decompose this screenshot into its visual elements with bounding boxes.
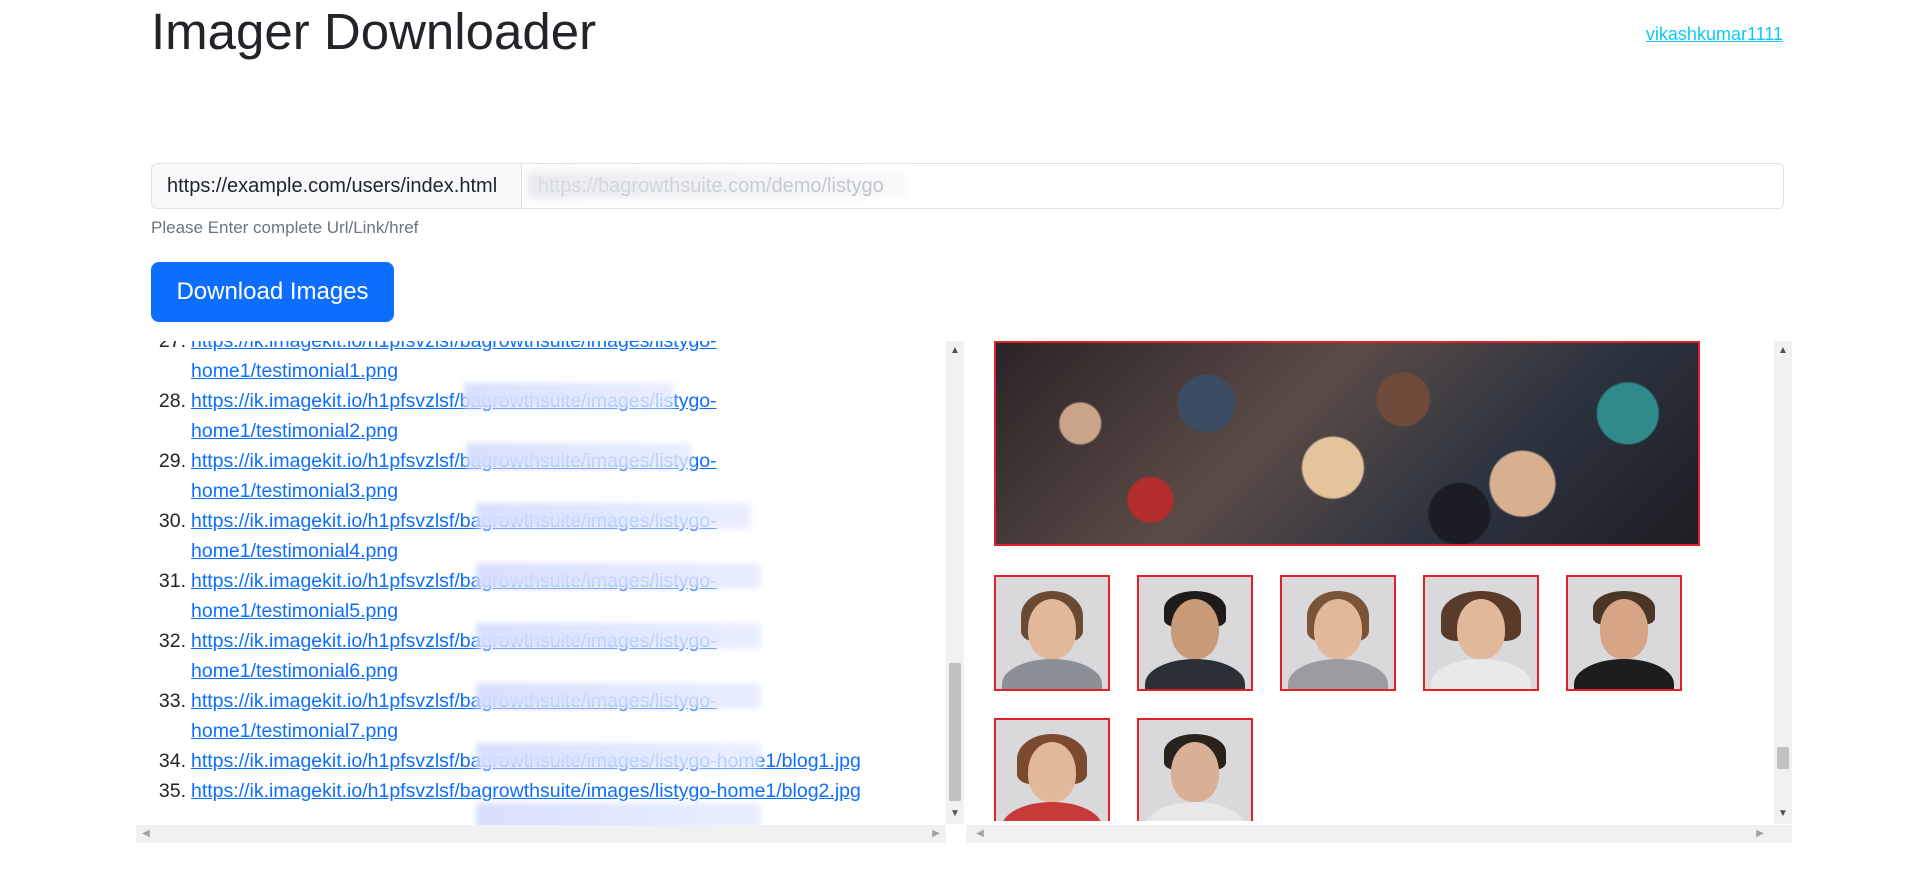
list-item-number: 28. xyxy=(158,390,186,412)
testimonial-thumbnail xyxy=(1280,575,1396,691)
image-url-link[interactable]: https://ik.imagekit.io/h1pfsvzlsf/bagrow… xyxy=(191,750,861,772)
scroll-right-arrow-icon[interactable]: ▶ xyxy=(1752,825,1768,843)
image-url-line: home1/testimonial4.png xyxy=(191,540,399,562)
image-url-line: https://ik.imagekit.io/h1pfsvzlsf/bagrow… xyxy=(191,690,717,712)
url-input-group: https://example.com/users/index.html xyxy=(151,163,1784,209)
list-item-number: 27. xyxy=(158,341,186,352)
scroll-right-arrow-icon[interactable]: ▶ xyxy=(928,825,944,843)
list-item-number: 32. xyxy=(158,630,186,652)
images-preview-panel[interactable] xyxy=(984,341,1774,821)
image-url-link[interactable]: https://ik.imagekit.io/h1pfsvzlsf/bagrow… xyxy=(191,690,717,742)
image-url-line: https://ik.imagekit.io/h1pfsvzlsf/bagrow… xyxy=(191,570,717,592)
list-item: 35. https://ik.imagekit.io/h1pfsvzlsf/bag… xyxy=(136,776,926,806)
user-profile-link[interactable]: vikashkumar1111 xyxy=(1646,24,1783,45)
image-url-link[interactable]: https://ik.imagekit.io/h1pfsvzlsf/bagrow… xyxy=(191,390,717,442)
scroll-up-arrow-icon[interactable]: ▲ xyxy=(946,343,964,359)
image-url-line: home1/testimonial6.png xyxy=(191,660,399,682)
list-item-number: 35. xyxy=(158,780,186,802)
list-item: 33. https://ik.imagekit.io/h1pfsvzlsf/bag… xyxy=(136,686,926,746)
image-url-line: home1/testimonial1.png xyxy=(191,360,399,382)
scrollbar-corner xyxy=(1774,825,1792,843)
url-help-text: Please Enter complete Url/Link/href xyxy=(151,218,419,237)
image-url-line: home1/testimonial7.png xyxy=(191,720,399,742)
scroll-down-arrow-icon[interactable]: ▼ xyxy=(1774,806,1792,822)
testimonial-thumbnail xyxy=(1423,575,1539,691)
scroll-up-arrow-icon[interactable]: ▲ xyxy=(1774,343,1792,359)
download-images-button[interactable]: Download Images xyxy=(151,262,394,322)
list-item: 27. https://ik.imagekit.io/h1pfsvzlsf/bag… xyxy=(136,341,926,386)
image-url-line: https://ik.imagekit.io/h1pfsvzlsf/bagrow… xyxy=(191,510,717,532)
image-url-line: https://ik.imagekit.io/h1pfsvzlsf/bagrow… xyxy=(191,341,717,352)
image-url-link[interactable]: https://ik.imagekit.io/h1pfsvzlsf/bagrow… xyxy=(191,450,717,502)
scroll-down-arrow-icon[interactable]: ▼ xyxy=(946,806,964,822)
image-url-line: https://ik.imagekit.io/h1pfsvzlsf/bagrow… xyxy=(191,750,861,772)
list-item-number: 29. xyxy=(158,450,186,472)
image-url-line: home1/testimonial2.png xyxy=(191,420,399,442)
list-item: 31. https://ik.imagekit.io/h1pfsvzlsf/bag… xyxy=(136,566,926,626)
image-url-link[interactable]: https://ik.imagekit.io/h1pfsvzlsf/bagrow… xyxy=(191,341,717,382)
testimonial-thumbnail xyxy=(994,575,1110,691)
image-url-line: https://ik.imagekit.io/h1pfsvzlsf/bagrow… xyxy=(191,390,717,412)
list-item-number: 31. xyxy=(158,570,186,592)
scroll-left-arrow-icon[interactable]: ◀ xyxy=(972,825,988,843)
image-url-link[interactable]: https://ik.imagekit.io/h1pfsvzlsf/bagrow… xyxy=(191,510,717,562)
image-url-line: home1/testimonial5.png xyxy=(191,600,399,622)
list-item-number: 30. xyxy=(158,510,186,532)
testimonial-thumbnail xyxy=(1566,575,1682,691)
scrollbar-thumb[interactable] xyxy=(1777,747,1789,769)
links-vertical-scrollbar[interactable]: ▲ ▼ xyxy=(946,341,964,824)
url-prefix-label: https://example.com/users/index.html xyxy=(152,164,522,208)
image-url-line: https://ik.imagekit.io/h1pfsvzlsf/bagrow… xyxy=(191,450,717,472)
image-url-link[interactable]: https://ik.imagekit.io/h1pfsvzlsf/bagrow… xyxy=(191,780,861,802)
list-item: 34. https://ik.imagekit.io/h1pfsvzlsf/bag… xyxy=(136,746,926,776)
testimonial-thumbnail xyxy=(1137,575,1253,691)
list-item: 30. https://ik.imagekit.io/h1pfsvzlsf/bag… xyxy=(136,506,926,566)
image-links-list: 27. https://ik.imagekit.io/h1pfsvzlsf/bag… xyxy=(136,341,926,806)
links-panel[interactable]: 27. https://ik.imagekit.io/h1pfsvzlsf/bag… xyxy=(136,341,966,845)
list-item-number: 33. xyxy=(158,690,186,712)
image-url-link[interactable]: https://ik.imagekit.io/h1pfsvzlsf/bagrow… xyxy=(191,630,717,682)
image-url-line: home1/testimonial3.png xyxy=(191,480,399,502)
url-input[interactable] xyxy=(522,164,1783,208)
list-item: 32. https://ik.imagekit.io/h1pfsvzlsf/bag… xyxy=(136,626,926,686)
image-url-link[interactable]: https://ik.imagekit.io/h1pfsvzlsf/bagrow… xyxy=(191,570,717,622)
list-item: 28. https://ik.imagekit.io/h1pfsvzlsf/bag… xyxy=(136,386,926,446)
testimonial-thumbnail xyxy=(994,718,1110,821)
scrollbar-thumb[interactable] xyxy=(949,663,961,801)
page-title: Imager Downloader xyxy=(151,3,597,60)
crowd-banner-image xyxy=(994,341,1700,546)
testimonial-thumbnail xyxy=(1137,718,1253,821)
image-url-line: https://ik.imagekit.io/h1pfsvzlsf/bagrow… xyxy=(191,630,717,652)
links-horizontal-scrollbar[interactable]: ◀ ▶ xyxy=(136,825,946,843)
images-vertical-scrollbar[interactable]: ▲ ▼ xyxy=(1774,341,1792,824)
list-item-number: 34. xyxy=(158,750,186,772)
list-item: 29. https://ik.imagekit.io/h1pfsvzlsf/bag… xyxy=(136,446,926,506)
images-horizontal-scrollbar[interactable]: ◀ ▶ xyxy=(966,825,1774,843)
image-url-line: https://ik.imagekit.io/h1pfsvzlsf/bagrow… xyxy=(191,780,861,802)
scroll-left-arrow-icon[interactable]: ◀ xyxy=(138,825,154,843)
